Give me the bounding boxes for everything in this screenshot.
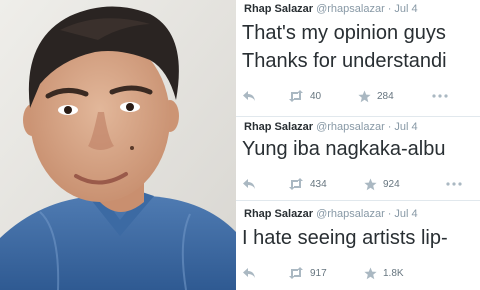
retweet-icon — [289, 90, 303, 102]
tweet-header: Rhap Salazar @rhapsalazar · Jul 4 — [244, 121, 418, 133]
tweet[interactable]: Rhap Salazar @rhapsalazar · Jul 4 Yung iba … — [236, 118, 480, 206]
star-icon — [358, 90, 371, 102]
retweet-icon — [289, 267, 303, 279]
separator-dot: · — [387, 208, 392, 220]
more-icon — [432, 94, 448, 98]
tweet[interactable]: Rhap Salazar @rhapsalazar · Jul 4 I hate se… — [236, 205, 480, 290]
retweet-button[interactable]: 434 — [288, 176, 327, 192]
retweet-button[interactable]: 40 — [288, 88, 321, 104]
reply-button[interactable] — [242, 265, 256, 281]
retweet-count: 917 — [310, 267, 327, 279]
tweet-divider — [236, 200, 480, 201]
author-name[interactable]: Rhap Salazar — [244, 121, 313, 133]
tweet-actions: 40 284 — [236, 88, 480, 104]
retweet-count: 434 — [310, 178, 327, 190]
favorite-count: 924 — [383, 178, 400, 190]
favorite-button[interactable]: 924 — [364, 176, 400, 192]
favorite-button[interactable]: 1.8K — [364, 265, 404, 281]
more-button[interactable] — [446, 176, 462, 192]
tweet-date[interactable]: Jul 4 — [394, 208, 417, 220]
favorite-count: 284 — [377, 90, 394, 102]
reply-icon — [243, 179, 255, 189]
author-handle[interactable]: @rhapsalazar — [316, 121, 385, 133]
separator-dot: · — [387, 3, 392, 15]
more-icon — [446, 182, 462, 186]
more-button[interactable] — [432, 88, 448, 104]
tweet-text-line: Thanks for understandi — [242, 50, 447, 72]
tweet-divider — [236, 116, 480, 117]
star-icon — [364, 267, 377, 279]
reply-button[interactable] — [242, 176, 256, 192]
retweet-icon — [289, 178, 303, 190]
reply-icon — [243, 91, 255, 101]
favorite-count: 1.8K — [383, 267, 404, 279]
tweet-text-line: I hate seeing artists lip- — [242, 227, 448, 249]
retweet-count: 40 — [310, 90, 322, 102]
retweet-button[interactable]: 917 — [288, 265, 327, 281]
author-name[interactable]: Rhap Salazar — [244, 208, 313, 220]
tweet[interactable]: Rhap Salazar @rhapsalazar · Jul 4 That's my… — [236, 0, 480, 102]
star-icon — [364, 178, 377, 190]
author-handle[interactable]: @rhapsalazar — [316, 3, 385, 15]
tweet-header: Rhap Salazar @rhapsalazar · Jul 4 — [244, 208, 418, 220]
tweet-header: Rhap Salazar @rhapsalazar · Jul 4 — [244, 3, 418, 15]
author-handle[interactable]: @rhapsalazar — [316, 208, 385, 220]
favorite-button[interactable]: 284 — [358, 88, 394, 104]
author-name[interactable]: Rhap Salazar — [244, 3, 313, 15]
tweet-actions: 917 1.8K — [236, 265, 480, 281]
tweet-date[interactable]: Jul 4 — [394, 121, 417, 133]
separator-dot: · — [387, 121, 392, 133]
reply-icon — [243, 268, 255, 278]
profile-photo — [0, 0, 236, 290]
tweet-feed: Rhap Salazar @rhapsalazar · Jul 4 That's my… — [236, 0, 480, 290]
tweet-text-line: That's my opinion guys — [242, 22, 446, 44]
tweet-text-line: Yung iba nagkaka-albu — [242, 138, 446, 160]
tweet-actions: 434 924 — [236, 176, 480, 192]
reply-button[interactable] — [242, 88, 256, 104]
tweet-date[interactable]: Jul 4 — [394, 3, 417, 15]
